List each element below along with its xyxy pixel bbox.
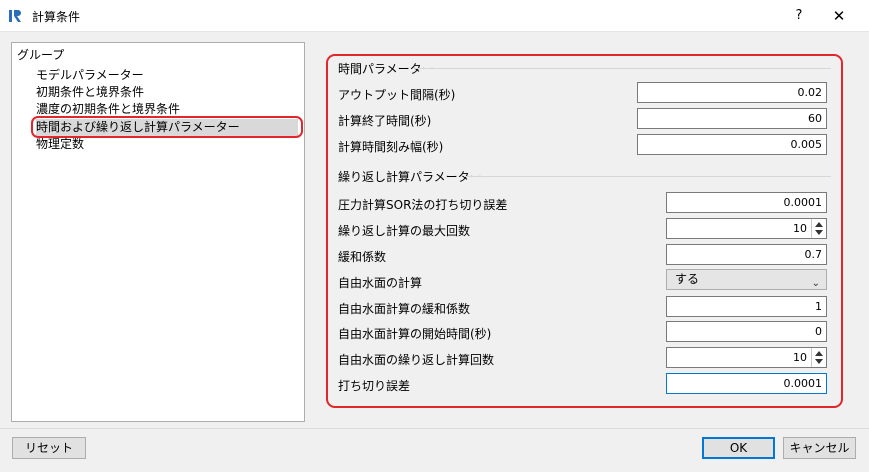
time-params-divider bbox=[414, 68, 831, 69]
group-label: グループ bbox=[17, 48, 65, 62]
cancel-button[interactable]: キャンセル bbox=[783, 437, 856, 459]
group-tree: グループ モデルパラメーター 初期条件と境界条件 濃度の初期条件と境界条件 時間… bbox=[11, 42, 305, 422]
max-iterations-spinbox[interactable]: 10 bbox=[666, 218, 827, 239]
iter-params-divider bbox=[464, 176, 831, 177]
help-button[interactable]: ? bbox=[784, 4, 814, 28]
free-surface-start-input[interactable]: 0 bbox=[666, 321, 827, 342]
reset-button[interactable]: リセット bbox=[12, 437, 86, 459]
max-iterations-label: 繰り返し計算の最大回数 bbox=[338, 224, 471, 238]
ok-button[interactable]: OK bbox=[702, 437, 775, 459]
footer-divider bbox=[0, 428, 869, 429]
spin-up-icon[interactable] bbox=[815, 222, 823, 227]
time-step-input[interactable]: 0.005 bbox=[637, 134, 827, 155]
free-surface-calc-label: 自由水面の計算 bbox=[338, 276, 423, 290]
tree-item-model-params[interactable]: モデルパラメーター bbox=[36, 67, 144, 84]
tree-item-physical-constants[interactable]: 物理定数 bbox=[36, 136, 84, 153]
free-surface-iterations-spin-arrows[interactable] bbox=[811, 348, 826, 367]
tree-item-time-iteration-params[interactable]: 時間および繰り返し計算パラメーター bbox=[36, 119, 298, 136]
max-iterations-spin-arrows[interactable] bbox=[811, 219, 826, 238]
output-interval-input[interactable]: 0.02 bbox=[637, 82, 827, 103]
free-surface-iterations-value: 10 bbox=[793, 351, 807, 364]
app-logo-icon bbox=[9, 10, 21, 22]
end-time-label: 計算終了時間(秒) bbox=[338, 114, 432, 128]
free-surface-relaxation-input[interactable]: 1 bbox=[666, 296, 827, 317]
free-surface-iterations-spinbox[interactable]: 10 bbox=[666, 347, 827, 368]
relaxation-label: 緩和係数 bbox=[338, 250, 387, 264]
spin-down-icon[interactable] bbox=[815, 230, 823, 235]
time-step-label: 計算時間刻み幅(秒) bbox=[338, 140, 444, 154]
free-surface-relaxation-label: 自由水面計算の緩和係数 bbox=[338, 302, 471, 316]
iter-params-title: 繰り返し計算パラメーター bbox=[338, 170, 482, 184]
max-iterations-value: 10 bbox=[793, 222, 807, 235]
window-title: 計算条件 bbox=[32, 10, 81, 24]
free-surface-calc-select[interactable]: する ⌄ bbox=[666, 269, 827, 290]
spin-up-icon[interactable] bbox=[815, 351, 823, 356]
tree-item-concentration-conditions[interactable]: 濃度の初期条件と境界条件 bbox=[36, 101, 180, 118]
free-surface-iterations-label: 自由水面の繰り返し計算回数 bbox=[338, 353, 495, 367]
sor-tolerance-label: 圧力計算SOR法の打ち切り誤差 bbox=[338, 198, 508, 212]
title-bar: 計算条件 ? ✕ bbox=[0, 0, 869, 32]
chevron-down-icon: ⌄ bbox=[811, 278, 820, 289]
cutoff-error-input[interactable]: 0.0001 bbox=[666, 373, 827, 394]
relaxation-input[interactable]: 0.7 bbox=[666, 244, 827, 265]
end-time-input[interactable]: 60 bbox=[637, 108, 827, 129]
spin-down-icon[interactable] bbox=[815, 359, 823, 364]
close-button[interactable]: ✕ bbox=[822, 4, 856, 28]
tree-item-initial-boundary[interactable]: 初期条件と境界条件 bbox=[36, 84, 144, 101]
sor-tolerance-input[interactable]: 0.0001 bbox=[666, 192, 827, 213]
free-surface-calc-value: する bbox=[675, 272, 700, 286]
output-interval-label: アウトプット間隔(秒) bbox=[338, 88, 456, 102]
free-surface-start-label: 自由水面計算の開始時間(秒) bbox=[338, 327, 492, 341]
cutoff-error-label: 打ち切り誤差 bbox=[338, 379, 411, 393]
settings-panel: 時間パラメーター アウトプット間隔(秒) 0.02 計算終了時間(秒) 60 計… bbox=[330, 57, 837, 403]
